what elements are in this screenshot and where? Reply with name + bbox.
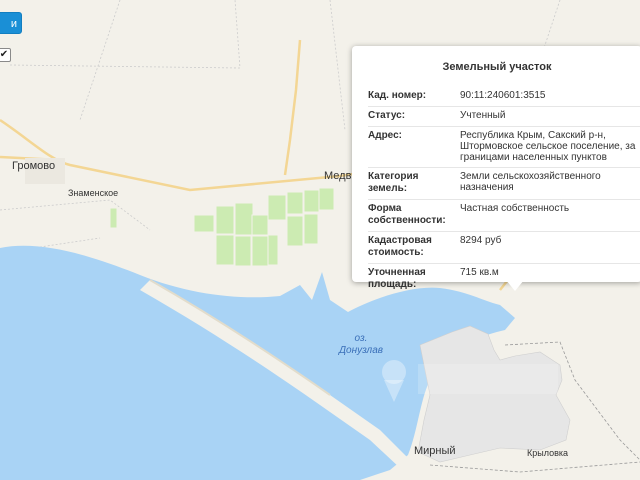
row-key: Категория земель: xyxy=(368,171,419,194)
popup-row-cadastral-number: Кад. номер: 90:11:240601:3515 xyxy=(368,87,640,106)
row-value: Земли сельскохозяйственного назначения xyxy=(460,171,601,193)
row-key: Уточненная площадь: xyxy=(368,267,426,290)
popup-row-ownership: Форма собственности: Частная собственнос… xyxy=(368,199,640,231)
lake-prefix: оз. xyxy=(354,333,368,344)
place-label-gromovo: Громово xyxy=(12,160,56,172)
popup-rows: Кад. номер: 90:11:240601:3515 Статус: Уч… xyxy=(368,87,640,295)
popup-row-status: Статус: Учтенный xyxy=(368,106,640,126)
popup-row-cadastral-value: Кадастровая стоимость: 8294 руб xyxy=(368,231,640,263)
row-key: Статус: xyxy=(368,110,406,121)
row-value: 715 кв.м xyxy=(460,267,499,278)
place-label-mirny: Мирный xyxy=(414,445,456,457)
place-label-znamenskoe: Знаменское xyxy=(68,188,119,198)
row-value: Республика Крым, Сакский р-н, Штормовско… xyxy=(460,130,636,163)
map-button[interactable]: и xyxy=(0,12,22,34)
row-key: Адрес: xyxy=(368,130,402,141)
popup-row-land-category: Категория земель: Земли сельскохозяйстве… xyxy=(368,167,640,199)
popup-row-address: Адрес: Республика Крым, Сакский р-н, Што… xyxy=(368,126,640,167)
row-value: 8294 руб xyxy=(460,235,502,246)
row-key: Кадастровая стоимость: xyxy=(368,235,432,258)
row-key: Кад. номер: xyxy=(368,90,427,101)
row-value: 90:11:240601:3515 xyxy=(460,90,546,101)
layer-checkbox[interactable]: ✔ xyxy=(0,48,11,62)
popup-title: Земельный участок xyxy=(442,61,552,73)
watermark-logo xyxy=(370,350,570,420)
popup-pointer xyxy=(506,280,524,291)
place-label-medv: Медв xyxy=(324,170,352,182)
row-value: Частная собственность xyxy=(460,203,570,214)
place-label-krylovka: Крыловка xyxy=(527,448,568,458)
popup-row-area: Уточненная площадь: 715 кв.м xyxy=(368,263,640,295)
row-value: Учтенный xyxy=(460,110,506,121)
parcel-info-popup: Земельный участок Кад. номер: 90:11:2406… xyxy=(352,46,640,290)
row-key: Форма собственности: xyxy=(368,203,446,226)
